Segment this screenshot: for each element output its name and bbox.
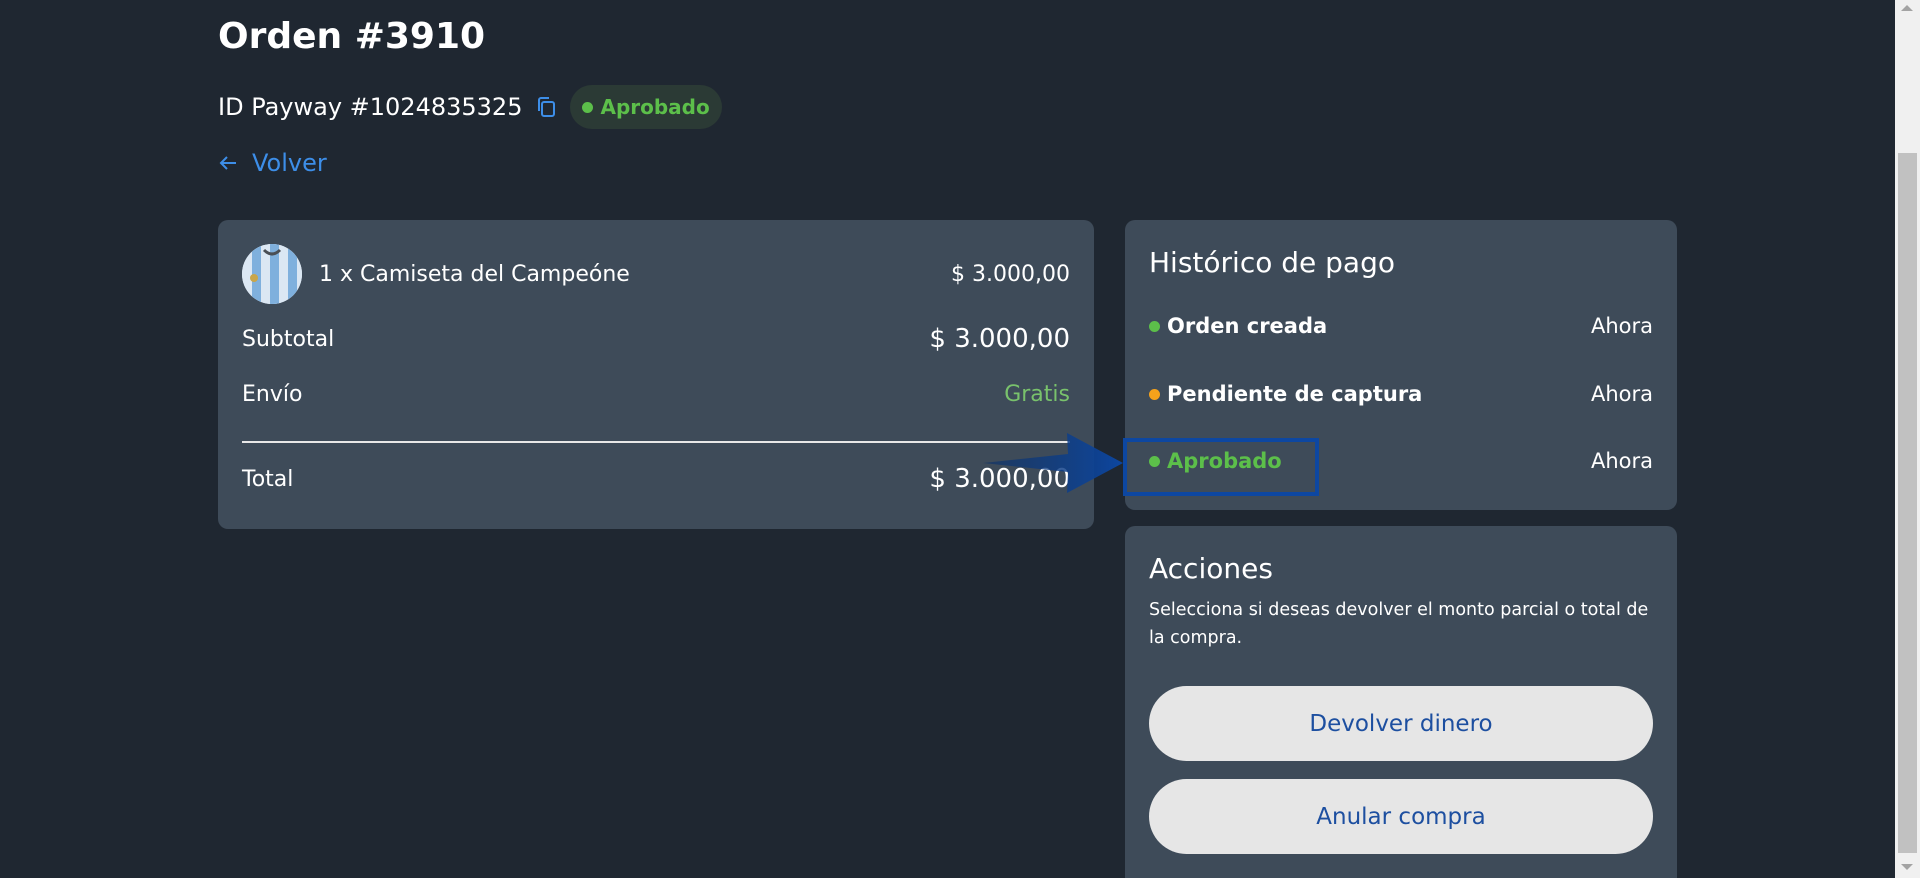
payway-id-row: ID Payway #1024835325 Aprobado [218, 85, 722, 129]
subtotal-label: Subtotal [242, 326, 335, 352]
subtotal-value: $ 3.000,00 [929, 324, 1070, 354]
total-row: Total $ 3.000,00 [242, 464, 1070, 494]
scrollbar-thumb[interactable] [1898, 153, 1917, 853]
shipping-row: Envío Gratis [242, 382, 1070, 407]
history-item-label: Aprobado [1149, 449, 1282, 473]
back-link-label: Volver [252, 149, 327, 177]
product-name: 1 x Camiseta del Campeóne [319, 261, 630, 287]
order-summary-card: 1 x Camiseta del Campeóne $ 3.000,00 Sub… [218, 220, 1094, 529]
payway-id: ID Payway #1024835325 [218, 93, 523, 121]
history-item: Pendiente de captura Ahora [1149, 382, 1653, 406]
history-title: Histórico de pago [1149, 246, 1395, 279]
history-item-time: Ahora [1590, 449, 1653, 473]
history-item-text: Orden creada [1167, 314, 1328, 338]
total-label: Total [242, 466, 294, 492]
status-dot [1149, 455, 1160, 467]
arrow-left-icon [219, 156, 236, 170]
actions-card: Acciones Selecciona si deseas devolver e… [1125, 526, 1677, 878]
history-item-text: Pendiente de captura [1167, 382, 1423, 406]
cancel-purchase-button[interactable]: Anular compra [1149, 779, 1653, 854]
actions-description: Selecciona si deseas devolver el monto p… [1149, 600, 1649, 648]
status-dot [582, 101, 594, 113]
subtotal-row: Subtotal $ 3.000,00 [242, 324, 1070, 354]
status-dot [1149, 320, 1160, 332]
scroll-up-icon[interactable] [1901, 5, 1913, 11]
shipping-value: Gratis [1004, 382, 1070, 407]
history-item-label: Pendiente de captura [1149, 382, 1422, 406]
status-badge-label: Aprobado [600, 95, 710, 119]
history-item: Orden creada Ahora [1149, 314, 1653, 338]
history-item-time: Ahora [1590, 382, 1653, 406]
history-item: Aprobado Ahora [1149, 449, 1653, 473]
refund-button[interactable]: Devolver dinero [1149, 686, 1653, 761]
history-item-text: Aprobado [1167, 449, 1282, 473]
total-value: $ 3.000,00 [929, 464, 1070, 494]
product-thumbnail [242, 244, 302, 304]
scroll-down-icon[interactable] [1901, 864, 1913, 870]
back-link[interactable]: Volver [218, 149, 327, 177]
copy-icon[interactable] [534, 95, 558, 119]
product-price: $ 3.000,00 [951, 261, 1070, 287]
actions-title: Acciones [1149, 552, 1273, 585]
status-dot [1149, 388, 1160, 400]
shipping-label: Envío [242, 382, 303, 407]
history-item-time: Ahora [1590, 314, 1653, 338]
order-detail-page: Orden #3910 ID Payway #1024835325 Aproba… [0, 0, 1920, 878]
status-badge: Aprobado [570, 85, 722, 129]
product-row: 1 x Camiseta del Campeóne $ 3.000,00 [242, 244, 1070, 304]
history-item-label: Orden creada [1149, 314, 1327, 338]
payment-history-card: Histórico de pago Orden creada Ahora Pen… [1125, 220, 1677, 510]
page-title: Orden #3910 [218, 16, 486, 57]
divider [242, 441, 1070, 443]
